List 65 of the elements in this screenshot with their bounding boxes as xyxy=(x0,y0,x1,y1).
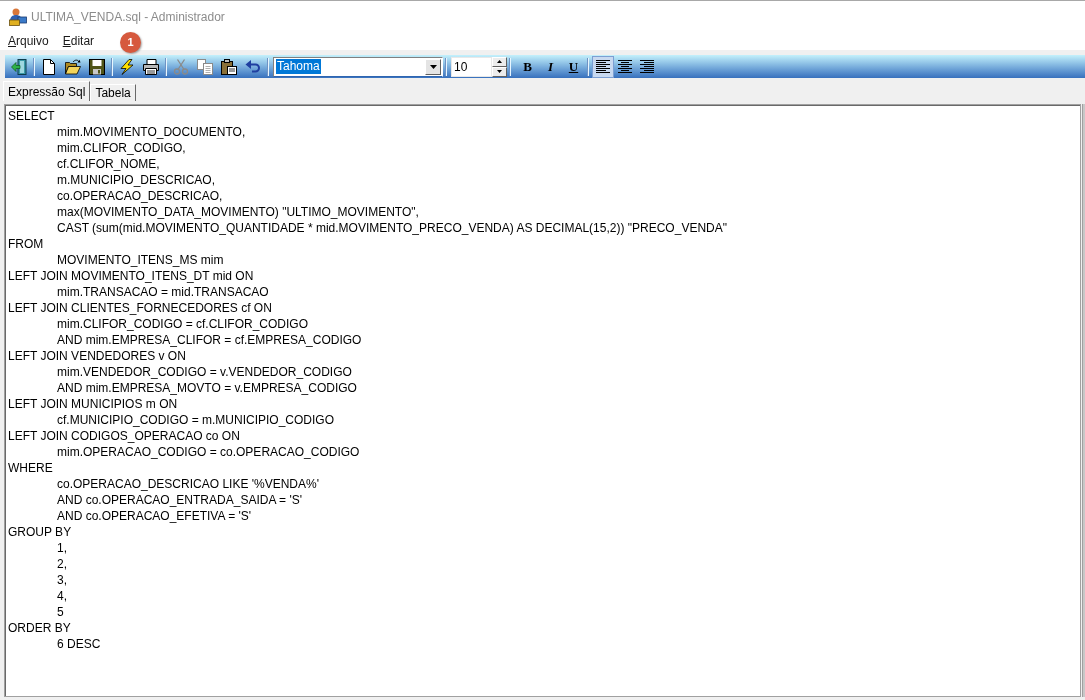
underline-button[interactable]: U xyxy=(562,55,585,78)
alignment-button[interactable] xyxy=(592,55,614,78)
menu-item[interactable]: Editar xyxy=(62,32,95,50)
code-line: cf.CLIFOR_NOME, xyxy=(57,156,160,172)
code-line: LEFT JOIN CLIENTES_FORNECEDORES cf ON xyxy=(8,300,272,316)
code-line: co.OPERACAO_DESCRICAO LIKE '%VENDA%' xyxy=(57,476,319,492)
align-left-icon xyxy=(595,59,611,74)
caret-up-icon xyxy=(497,60,502,63)
code-line: AND co.OPERACAO_EFETIVA = 'S' xyxy=(57,508,252,524)
code-line: ORDER BY xyxy=(8,620,71,636)
caret-down-icon xyxy=(497,70,502,73)
align-center-icon xyxy=(617,59,633,74)
blank-page-icon xyxy=(41,58,57,75)
door-arrow-icon xyxy=(11,58,27,75)
code-line: mim.VENDEDOR_CODIGO = v.VENDEDOR_CODIGO xyxy=(57,364,352,380)
italic-button[interactable]: I xyxy=(539,55,562,78)
code-line: mim.MOVIMENTO_DOCUMENTO, xyxy=(57,124,246,140)
code-line: co.OPERACAO_DESCRICAO, xyxy=(57,188,223,204)
code-line: GROUP BY xyxy=(8,524,72,540)
code-line: MOVIMENTO_ITENS_MS mim xyxy=(57,252,224,268)
code-line: mim.TRANSACAO = mid.TRANSACAO xyxy=(57,284,269,300)
code-line: 2, xyxy=(57,556,67,572)
code-line: AND co.OPERACAO_ENTRADA_SAIDA = 'S' xyxy=(57,492,302,508)
code-line: CAST (sum(mid.MOVIMENTO_QUANTIDADE * mid.MOVIMENTO_PRECO_VENDA) AS DECIMAL(15,2)) "PRECO_VENDA" xyxy=(57,220,727,236)
window-title: ULTIMA_VENDA.sql - Administrador xyxy=(31,8,225,26)
font-size-field[interactable]: 10 xyxy=(451,56,492,77)
code-line: 3, xyxy=(57,572,67,588)
menu-item[interactable]: Arquivo xyxy=(8,32,49,50)
code-line: mim.CLIFOR_CODIGO = cf.CLIFOR_CODIGO xyxy=(57,316,309,332)
code-line: LEFT JOIN MOVIMENTO_ITENS_DT mid ON xyxy=(8,268,254,284)
folder-icon xyxy=(65,58,81,75)
code-line: mim.OPERACAO_CODIGO = co.OPERACAO_CODIGO xyxy=(57,444,360,460)
code-line: max(MOVIMENTO_DATA_MOVIMENTO) "ULTIMO_MOVIMENTO", xyxy=(57,204,419,220)
code-line: 5 xyxy=(57,604,64,620)
spin-up-button[interactable] xyxy=(492,56,507,67)
code-line: WHERE xyxy=(8,460,53,476)
tab[interactable]: Expressão Sql xyxy=(3,81,91,101)
code-line: SELECT xyxy=(8,108,55,124)
font-select[interactable]: Tahoma xyxy=(273,56,443,77)
code-line: AND mim.EMPRESA_CLIFOR = cf.EMPRESA_CODIGO xyxy=(57,332,362,348)
code-line: 4, xyxy=(57,588,67,604)
copy-icon xyxy=(197,58,213,75)
user-computer-icon xyxy=(9,7,27,26)
caret-down-icon xyxy=(429,64,437,69)
code-line: 6 DESC xyxy=(57,636,101,652)
scissors-icon xyxy=(173,58,189,75)
code-line: LEFT JOIN VENDEDORES v ON xyxy=(8,348,186,364)
code-line: cf.MUNICIPIO_CODIGO = m.MUNICIPIO_CODIGO xyxy=(57,412,335,428)
clipboard-icon xyxy=(221,58,237,75)
code-line: FROM xyxy=(8,236,44,252)
code-line: 1, xyxy=(57,540,67,556)
code-line: LEFT JOIN CODIGOS_OPERACAO co ON xyxy=(8,428,240,444)
align-right-icon xyxy=(639,59,655,74)
code-line: mim.CLIFOR_CODIGO, xyxy=(57,140,186,156)
code-line: AND mim.EMPRESA_MOVTO = v.EMPRESA_CODIGO xyxy=(57,380,357,396)
lightning-bolt-icon xyxy=(119,58,135,75)
code-line: LEFT JOIN MUNICIPIOS m ON xyxy=(8,396,178,412)
dropdown-button[interactable] xyxy=(425,58,441,75)
spin-down-button[interactable] xyxy=(492,66,507,77)
sql-editor[interactable] xyxy=(4,104,1081,697)
bold-button[interactable]: B xyxy=(516,55,539,78)
code-line: m.MUNICIPIO_DESCRICAO, xyxy=(57,172,215,188)
undo-arrow-icon xyxy=(245,58,261,75)
tab[interactable]: Tabela xyxy=(90,84,136,101)
printer-icon xyxy=(143,58,159,75)
